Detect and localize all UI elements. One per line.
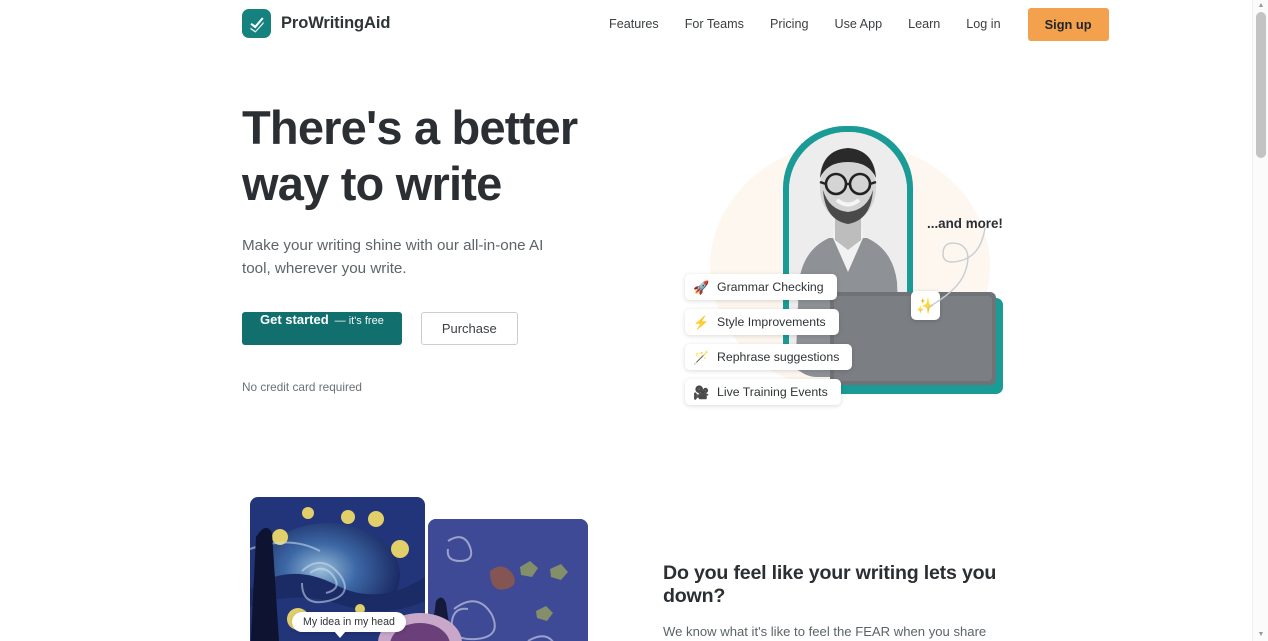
chip-label: Style Improvements: [717, 315, 826, 329]
no-credit-card-note: No credit card required: [242, 380, 362, 394]
writing-lets-you-down-section: Do you feel like your writing lets you d…: [0, 488, 1252, 641]
site-header: ProWritingAid Features For Teams Pricing…: [0, 0, 1252, 48]
chip-rephrase-suggestions[interactable]: 🪄 Rephrase suggestions: [685, 344, 853, 370]
hero-subtitle: Make your writing shine with our all-in-…: [242, 237, 544, 277]
section2-body: We know what it's like to feel the FEAR …: [663, 624, 987, 639]
nav-item-use-app[interactable]: Use App: [821, 11, 895, 37]
hero-title-line-1: There's a better: [242, 101, 578, 154]
get-started-label: Get started: [260, 312, 329, 327]
feature-chip-list: 🚀 Grammar Checking ⚡ Style Improvements …: [685, 274, 853, 405]
scrollbar-thumb[interactable]: [1256, 12, 1266, 158]
rocket-icon: 🚀: [693, 279, 710, 295]
get-started-free-note: — it's free: [334, 315, 384, 327]
video-camera-icon: 🎥: [693, 384, 710, 400]
nav-item-features[interactable]: Features: [596, 11, 672, 37]
chip-label: Live Training Events: [717, 385, 828, 399]
get-started-button[interactable]: Get started — it's free: [242, 312, 402, 345]
sign-up-button[interactable]: Sign up: [1027, 7, 1109, 41]
my-idea-in-my-head-label: My idea in my head: [292, 612, 406, 638]
nav-item-learn[interactable]: Learn: [895, 11, 953, 37]
hero-section: There's a better way to write Make your …: [0, 48, 1252, 488]
section2-title: Do you feel like your writing lets you d…: [663, 562, 997, 607]
chip-style-improvements[interactable]: ⚡ Style Improvements: [685, 309, 839, 335]
nav-item-log-in[interactable]: Log in: [953, 11, 1013, 37]
chip-label: Grammar Checking: [717, 280, 824, 294]
section2-copy: Do you feel like your writing lets you d…: [663, 562, 1033, 641]
chip-label: Rephrase suggestions: [717, 350, 840, 364]
main-navigation: Features For Teams Pricing Use App Learn…: [596, 0, 1109, 48]
vertical-scrollbar[interactable]: ▲ ▼: [1252, 0, 1268, 641]
hero-illustration: ✨ ...and more! 🚀 Grammar Checking ⚡ Styl…: [655, 108, 1015, 438]
nav-item-pricing[interactable]: Pricing: [757, 11, 822, 37]
brand-name: ProWritingAid: [281, 14, 391, 32]
nav-item-for-teams[interactable]: For Teams: [672, 11, 757, 37]
scrollbar-down-arrow[interactable]: ▼: [1257, 631, 1265, 639]
hero-title-line-2: way to write: [242, 157, 502, 210]
hand-drawn-pointer-icon: [926, 227, 986, 309]
lightning-bolt-icon: ⚡: [693, 314, 710, 330]
hero-copy: There's a better way to write Make your …: [242, 100, 642, 394]
prowritingaid-logo-icon: [242, 9, 271, 38]
brand-logo[interactable]: ProWritingAid: [242, 9, 390, 38]
and-more-label: ...and more!: [927, 216, 1003, 231]
hero-button-group: Get started — it's free Purchase: [242, 312, 642, 345]
magic-wand-icon: 🪄: [693, 349, 710, 365]
scrollbar-up-arrow[interactable]: ▲: [1257, 2, 1265, 10]
hero-title: There's a better way to write: [242, 100, 642, 212]
chip-grammar-checking[interactable]: 🚀 Grammar Checking: [685, 274, 837, 300]
page-root: ProWritingAid Features For Teams Pricing…: [0, 0, 1268, 641]
purchase-button[interactable]: Purchase: [420, 312, 518, 345]
chip-live-training-events[interactable]: 🎥 Live Training Events: [685, 379, 841, 405]
